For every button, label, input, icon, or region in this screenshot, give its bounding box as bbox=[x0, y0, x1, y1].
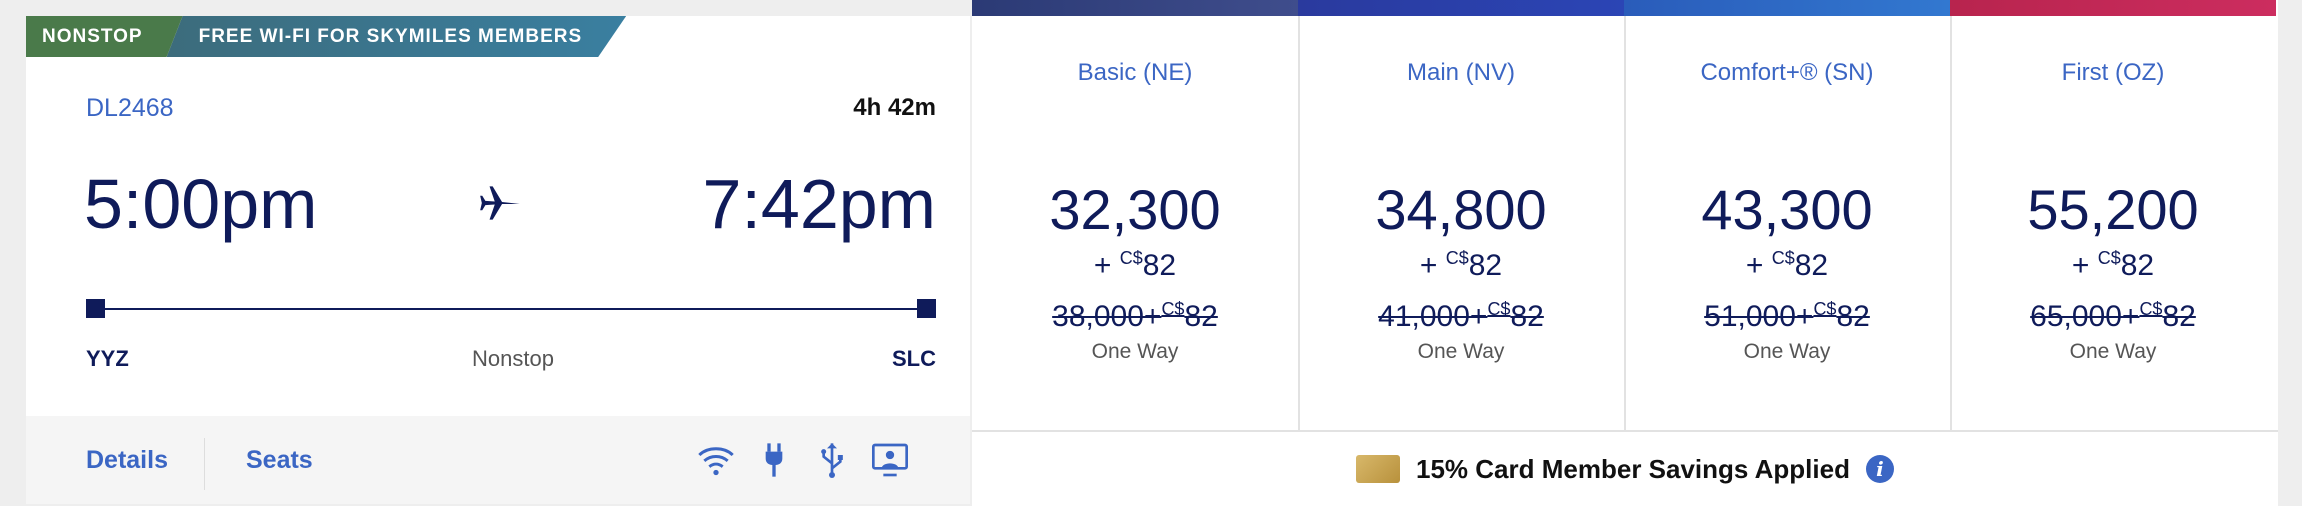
fare-trip-type: One Way bbox=[1091, 340, 1179, 363]
fare-column-comfort-plus[interactable]: Comfort+® (SN) 43,300 + C$82 51,000+C$82… bbox=[1624, 0, 1952, 430]
fare-miles: 55,200 bbox=[2027, 178, 2199, 241]
fare-original-price: 41,000+C$82 bbox=[1378, 299, 1544, 333]
flight-card: NONSTOP FREE WI-FI FOR SKYMILES MEMBERS … bbox=[26, 16, 970, 504]
usb-icon[interactable] bbox=[812, 440, 852, 480]
fare-name: First (OZ) bbox=[2061, 59, 2165, 86]
fare-trip-type: One Way bbox=[2069, 340, 2157, 363]
wifi-badge: FREE WI-FI FOR SKYMILES MEMBERS bbox=[167, 16, 627, 57]
card-savings-banner: 15% Card Member Savings Applied i bbox=[972, 430, 2278, 506]
fare-cash: + C$82 bbox=[2071, 248, 2155, 282]
wifi-icon[interactable] bbox=[696, 440, 736, 480]
fare-original-price: 38,000+C$82 bbox=[1052, 299, 1218, 333]
fare-color-bar bbox=[1624, 0, 1950, 16]
fare-cash: + C$82 bbox=[1745, 248, 1829, 282]
fare-color-bar bbox=[972, 0, 1298, 16]
destination-airport: SLC bbox=[892, 346, 936, 371]
fare-options: Basic (NE) 32,300 + C$82 38,000+C$82 One… bbox=[972, 0, 2278, 430]
destination-marker bbox=[917, 299, 936, 318]
origin-marker bbox=[86, 299, 105, 318]
fare-original-price: 51,000+C$82 bbox=[1704, 299, 1870, 333]
fare-miles: 34,800 bbox=[1375, 178, 1547, 241]
fare-cash: + C$82 bbox=[1093, 248, 1177, 282]
savings-text: 15% Card Member Savings Applied bbox=[1416, 453, 1850, 484]
power-plug-icon[interactable] bbox=[754, 440, 794, 480]
fare-miles: 43,300 bbox=[1701, 178, 1873, 241]
credit-card-icon bbox=[1356, 455, 1401, 483]
flight-footer: Details Seats bbox=[26, 416, 970, 504]
fare-column-basic[interactable]: Basic (NE) 32,300 + C$82 38,000+C$82 One… bbox=[972, 0, 1300, 430]
fare-color-bar bbox=[1298, 0, 1624, 16]
fare-trip-type: One Way bbox=[1743, 340, 1831, 363]
amenities bbox=[696, 440, 910, 480]
fare-column-main[interactable]: Main (NV) 34,800 + C$82 41,000+C$82 One … bbox=[1298, 0, 1626, 430]
arrival-time: 7:42pm bbox=[702, 165, 936, 243]
fare-color-bar bbox=[1950, 0, 2276, 16]
info-icon[interactable]: i bbox=[1865, 455, 1894, 483]
fare-miles: 32,300 bbox=[1049, 178, 1221, 241]
stop-type: Nonstop bbox=[472, 346, 554, 371]
fare-original-price: 65,000+C$82 bbox=[2030, 299, 2196, 333]
flight-duration: 4h 42m bbox=[853, 94, 936, 121]
fare-name: Comfort+® (SN) bbox=[1700, 59, 1874, 86]
footer-divider bbox=[204, 438, 205, 490]
page-edge bbox=[2278, 0, 2302, 504]
seats-link[interactable]: Seats bbox=[246, 446, 313, 475]
flight-number[interactable]: DL2468 bbox=[86, 94, 174, 123]
plane-icon bbox=[480, 186, 520, 220]
fare-name: Main (NV) bbox=[1406, 59, 1515, 86]
fare-trip-type: One Way bbox=[1417, 340, 1505, 363]
nonstop-badge: NONSTOP bbox=[26, 16, 183, 57]
details-link[interactable]: Details bbox=[86, 446, 168, 475]
fare-column-first[interactable]: First (OZ) 55,200 + C$82 65,000+C$82 One… bbox=[1950, 0, 2276, 430]
flight-banner: NONSTOP FREE WI-FI FOR SKYMILES MEMBERS bbox=[26, 16, 626, 57]
entertainment-screen-icon[interactable] bbox=[870, 440, 910, 480]
route-line bbox=[94, 308, 926, 310]
fare-name: Basic (NE) bbox=[1077, 59, 1193, 86]
departure-time: 5:00pm bbox=[84, 165, 318, 243]
fare-cash: + C$82 bbox=[1419, 248, 1503, 282]
